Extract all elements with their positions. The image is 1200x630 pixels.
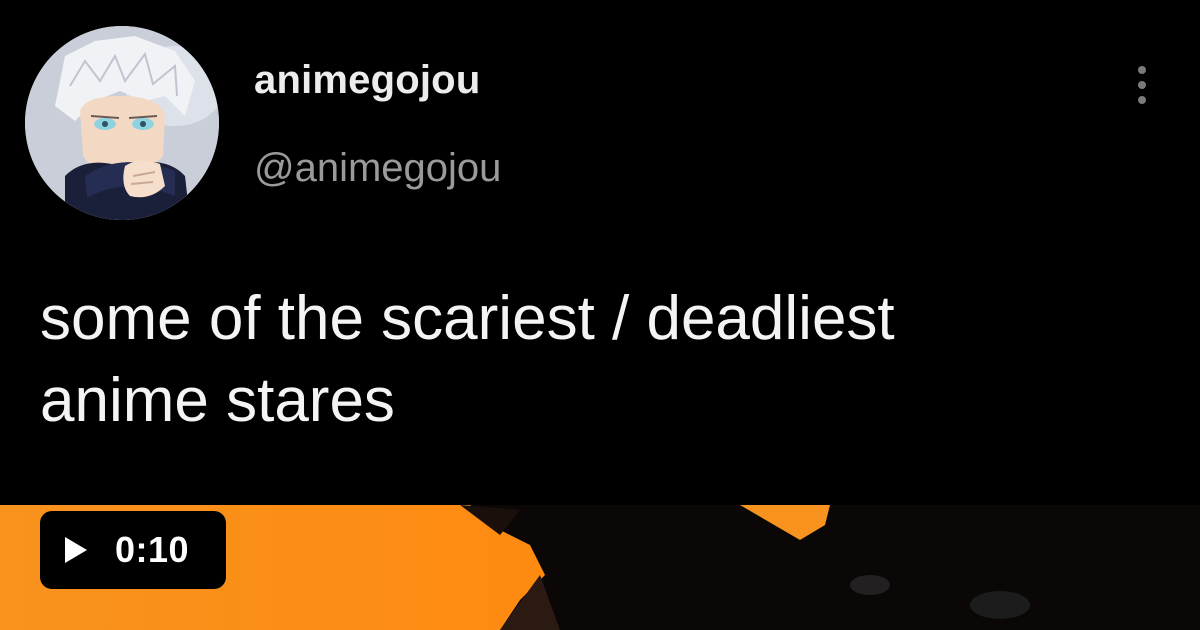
video-duration: 0:10 [115, 529, 190, 570]
more-vertical-icon[interactable] [1126, 62, 1158, 110]
avatar-illustration [25, 26, 219, 220]
user-handle[interactable]: @animegojou [254, 146, 501, 191]
play-duration-button[interactable]: 0:10 [40, 511, 226, 589]
display-name[interactable]: animegojou [254, 58, 480, 103]
post-text-line: some of the scariest / deadliest [40, 284, 895, 353]
menu-dot [1138, 96, 1146, 104]
user-avatar[interactable] [25, 26, 219, 220]
post-card: animegojou @animegojou some of the scari… [0, 0, 1200, 505]
menu-dot [1138, 66, 1146, 74]
play-icon [65, 537, 87, 563]
post-text-line: anime stares [40, 366, 395, 435]
post-text: some of the scariest / deadliest anime s… [40, 278, 1140, 442]
menu-dot [1138, 81, 1146, 89]
